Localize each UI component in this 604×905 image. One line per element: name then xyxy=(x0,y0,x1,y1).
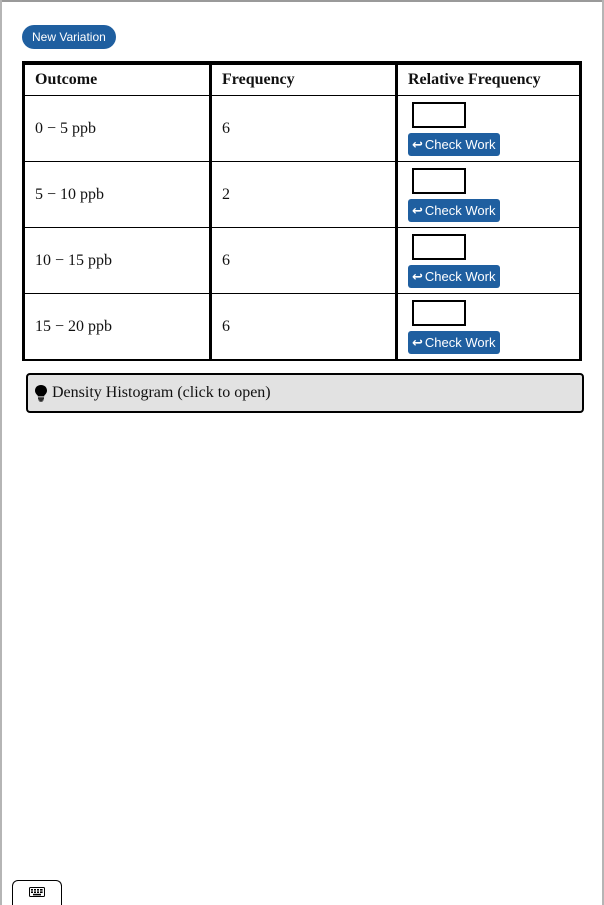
hint-label: Density Histogram (click to open) xyxy=(52,384,271,401)
frequency-cell: 6 xyxy=(210,227,398,294)
window-top-border xyxy=(0,0,604,2)
outcome-cell: 5 − 10 ppb xyxy=(23,161,212,228)
frequency-cell: 6 xyxy=(210,293,398,360)
outcome-header: Outcome xyxy=(23,63,212,96)
relative-frequency-input[interactable] xyxy=(412,299,466,326)
check-work-button[interactable]: ↩ Check Work xyxy=(408,198,501,222)
relative-frequency-input[interactable] xyxy=(412,101,466,128)
window-left-border xyxy=(0,0,2,905)
outcome-cell: 10 − 15 ppb xyxy=(23,227,212,294)
table-row: 0 − 5 ppb 6 ↩ Check Work xyxy=(23,95,581,162)
check-work-button[interactable]: ↩ Check Work xyxy=(408,264,501,288)
frequency-cell: 6 xyxy=(210,95,398,162)
return-arrow-icon: ↩ xyxy=(412,334,423,350)
table-row: 5 − 10 ppb 2 ↩ Check Work xyxy=(23,161,581,228)
lightbulb-icon xyxy=(34,384,48,402)
check-work-label: Check Work xyxy=(424,268,496,284)
relative-frequency-input[interactable] xyxy=(412,233,466,260)
density-histogram-hint[interactable]: Density Histogram (click to open) xyxy=(26,373,584,413)
return-arrow-icon: ↩ xyxy=(412,268,423,284)
relative-frequency-cell: ↩ Check Work xyxy=(396,161,581,228)
outcome-cell: 15 − 20 ppb xyxy=(23,293,212,360)
check-work-label: Check Work xyxy=(424,202,496,218)
relative-frequency-cell: ↩ Check Work xyxy=(396,227,581,294)
check-work-label: Check Work xyxy=(424,136,496,152)
table-row: 15 − 20 ppb 6 ↩ Check Work xyxy=(23,293,581,361)
check-work-button[interactable]: ↩ Check Work xyxy=(408,132,501,156)
return-arrow-icon: ↩ xyxy=(412,202,423,218)
frequency-header: Frequency xyxy=(210,63,398,96)
outcome-cell: 0 − 5 ppb xyxy=(23,95,212,162)
new-variation-button[interactable]: New Variation xyxy=(22,25,116,49)
keyboard-toggle-button[interactable] xyxy=(12,880,62,905)
relative-frequency-cell: ↩ Check Work xyxy=(396,95,581,162)
return-arrow-icon: ↩ xyxy=(412,136,423,152)
relative-frequency-input[interactable] xyxy=(412,167,466,194)
relative-frequency-cell: ↩ Check Work xyxy=(397,294,581,361)
check-work-button[interactable]: ↩ Check Work xyxy=(408,330,501,354)
table-row: 10 − 15 ppb 6 ↩ Check Work xyxy=(23,227,581,294)
relative-frequency-header: Relative Frequency xyxy=(396,63,581,96)
keyboard-icon xyxy=(29,884,45,902)
table-header-row: Outcome Frequency Relative Frequency xyxy=(23,63,581,96)
frequency-cell: 2 xyxy=(210,161,398,228)
check-work-label: Check Work xyxy=(424,334,496,350)
frequency-table: Outcome Frequency Relative Frequency 0 −… xyxy=(22,61,582,361)
